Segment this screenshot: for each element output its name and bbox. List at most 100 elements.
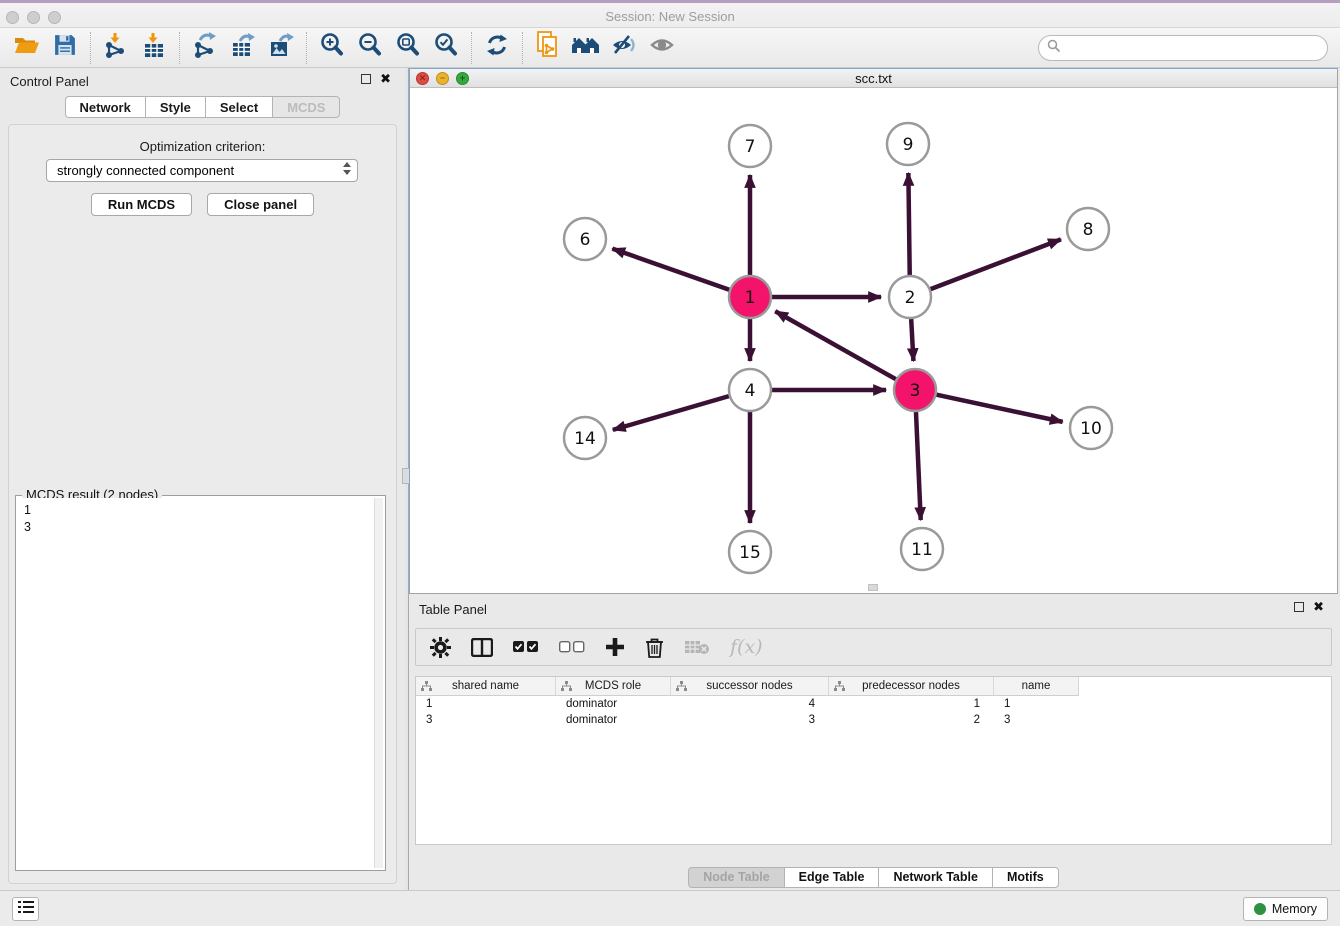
zoom-selected-icon	[433, 32, 459, 63]
export-network-icon	[192, 32, 218, 63]
node-label-1: 1	[745, 288, 756, 308]
minimize-view-icon[interactable]: −	[436, 72, 449, 85]
tab-style[interactable]: Style	[145, 96, 205, 118]
criterion-dropdown[interactable]: strongly connected component	[46, 159, 358, 182]
horizontal-splitter-grip[interactable]	[868, 584, 878, 591]
edge-2-3[interactable]	[911, 319, 913, 361]
result-scrollbar[interactable]	[374, 498, 383, 868]
table-body[interactable]: 1dominator4113dominator323	[416, 696, 1331, 728]
edge-2-9[interactable]	[908, 173, 909, 275]
edge-1-6[interactable]	[612, 249, 729, 290]
import-table-button[interactable]	[135, 30, 173, 66]
control-panel-title: Control Panel	[10, 74, 89, 89]
memory-label: Memory	[1272, 902, 1317, 916]
show-graphics-details-button[interactable]	[643, 30, 681, 66]
node-label-11: 11	[911, 540, 933, 560]
column-header-label: predecessor nodes	[862, 680, 960, 692]
criterion-value: strongly connected component	[57, 163, 234, 178]
search-input[interactable]	[1067, 38, 1327, 58]
edge-4-14[interactable]	[613, 396, 729, 430]
network-window-titlebar[interactable]: ✕ − + scc.txt	[410, 69, 1337, 88]
tab-motifs[interactable]: Motifs	[992, 867, 1059, 888]
cell-predecessor-nodes: 1	[829, 696, 994, 712]
float-panel-icon[interactable]	[361, 74, 371, 84]
show-panel-list-button[interactable]	[12, 897, 39, 921]
zoom-selected-button[interactable]	[427, 30, 465, 66]
close-panel-icon[interactable]: ✖	[380, 74, 391, 84]
search-box[interactable]	[1038, 35, 1328, 61]
network-canvas[interactable]: 7968124314101511	[410, 88, 1337, 593]
delete-column-icon[interactable]	[645, 637, 664, 658]
export-network-button[interactable]	[186, 30, 224, 66]
tab-mcds[interactable]: MCDS	[272, 96, 340, 118]
select-all-checkboxes-icon[interactable]	[513, 641, 539, 653]
export-table-button[interactable]	[224, 30, 262, 66]
column-header-shared-name[interactable]: shared name	[416, 677, 556, 696]
zoom-in-button[interactable]	[313, 30, 351, 66]
mcds-result-list[interactable]: 13	[18, 498, 383, 868]
close-panel-button[interactable]: Close panel	[207, 193, 314, 216]
maximize-view-icon[interactable]: +	[456, 72, 469, 85]
zoom-out-button[interactable]	[351, 30, 389, 66]
column-header-MCDS-role[interactable]: MCDS role	[556, 677, 671, 696]
cell-name: 1	[994, 696, 1079, 712]
network-graph: 7968124314101511	[410, 88, 1337, 593]
zoom-in-icon	[319, 32, 345, 63]
deselect-all-checkboxes-icon[interactable]	[559, 641, 585, 653]
hide-graphics-details-button[interactable]	[605, 30, 643, 66]
close-table-panel-icon[interactable]: ✖	[1313, 602, 1324, 612]
table-row[interactable]: 3dominator323	[416, 712, 1331, 728]
node-label-2: 2	[905, 288, 916, 308]
toolbar-separator	[522, 32, 523, 64]
network-overview-button[interactable]	[529, 30, 567, 66]
memory-button[interactable]: Memory	[1243, 897, 1328, 921]
add-column-icon[interactable]	[605, 637, 625, 657]
column-header-successor-nodes[interactable]: successor nodes	[671, 677, 829, 696]
zoom-fit-button[interactable]	[389, 30, 427, 66]
cell-successor-nodes: 3	[671, 712, 829, 728]
import-network-button[interactable]	[97, 30, 135, 66]
run-mcds-button[interactable]: Run MCDS	[91, 193, 192, 216]
close-view-icon[interactable]: ✕	[416, 72, 429, 85]
cell-shared-name: 1	[416, 696, 556, 712]
node-label-4: 4	[745, 381, 756, 401]
application-window: Session: New Session	[0, 0, 1340, 926]
save-floppy-icon	[54, 34, 76, 61]
edge-3-1[interactable]	[775, 311, 896, 379]
table-header-row[interactable]: shared name MCDS role successor nodes prede…	[416, 677, 1331, 696]
column-header-predecessor-nodes[interactable]: predecessor nodes	[829, 677, 994, 696]
edge-3-11[interactable]	[916, 412, 921, 520]
settings-gear-icon[interactable]	[430, 637, 451, 658]
tab-node-table[interactable]: Node Table	[688, 867, 783, 888]
node-label-14: 14	[574, 429, 596, 449]
tab-network[interactable]: Network	[65, 96, 145, 118]
open-file-button[interactable]	[8, 30, 46, 66]
refresh-button[interactable]	[478, 30, 516, 66]
export-image-button[interactable]	[262, 30, 300, 66]
function-builder-icon[interactable]: f(x)	[730, 636, 763, 658]
node-table[interactable]: shared name MCDS role successor nodes prede…	[415, 676, 1332, 845]
main-toolbar	[0, 28, 1340, 68]
title-bar: Session: New Session	[0, 0, 1340, 28]
save-session-button[interactable]	[46, 30, 84, 66]
column-header-label: MCDS role	[585, 680, 641, 692]
tab-edge-table[interactable]: Edge Table	[784, 867, 879, 888]
edge-3-10[interactable]	[937, 395, 1063, 422]
tab-select[interactable]: Select	[205, 96, 272, 118]
cell-MCDS-role: dominator	[556, 696, 671, 712]
home-icon	[571, 34, 601, 61]
tab-network-table[interactable]: Network Table	[878, 867, 992, 888]
cell-predecessor-nodes: 2	[829, 712, 994, 728]
network-file-icon	[535, 31, 561, 64]
toolbar-separator	[306, 32, 307, 64]
table-row[interactable]: 1dominator411	[416, 696, 1331, 712]
delete-table-icon[interactable]	[684, 639, 710, 655]
float-table-panel-icon[interactable]	[1294, 602, 1304, 612]
edge-2-8[interactable]	[931, 239, 1061, 289]
home-button[interactable]	[567, 30, 605, 66]
zoom-fit-icon	[395, 32, 421, 63]
zoom-out-icon	[357, 32, 383, 63]
optimization-criterion-label: Optimization criterion:	[9, 139, 396, 154]
show-columns-icon[interactable]	[471, 638, 493, 657]
column-header-name[interactable]: name	[994, 677, 1079, 696]
